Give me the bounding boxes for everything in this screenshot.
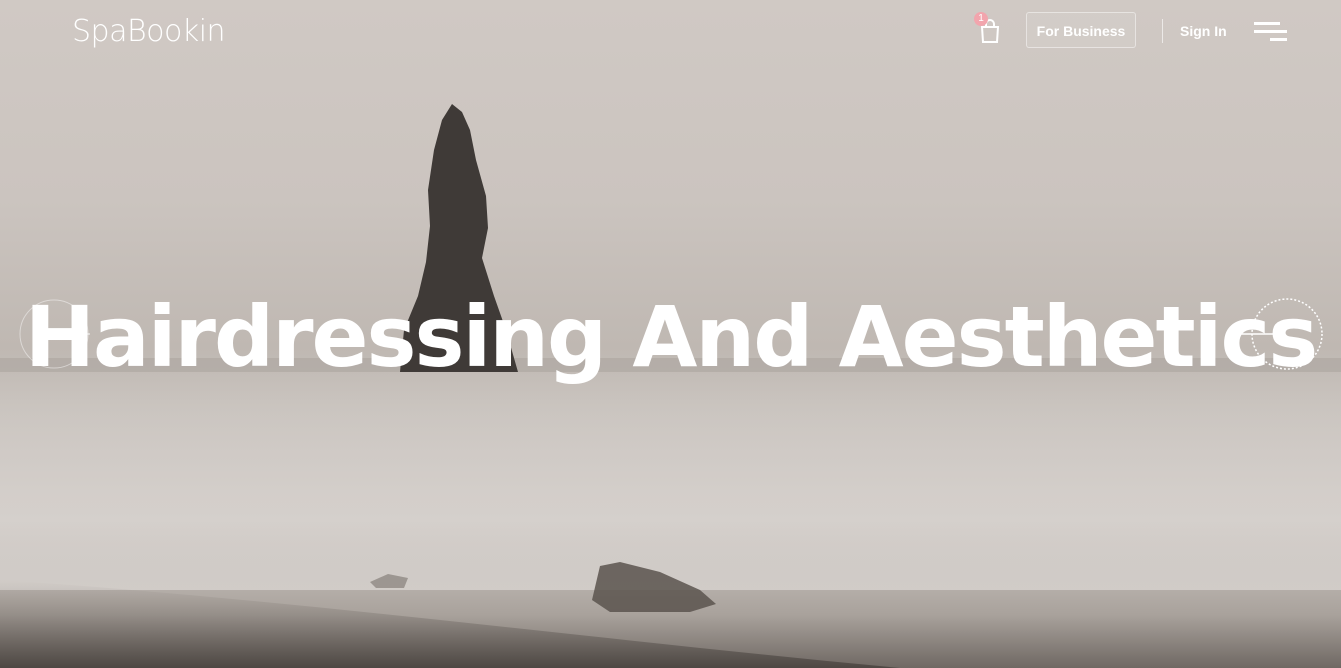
for-business-button[interactable]: For Business: [1026, 12, 1136, 48]
cart-count-badge: 1: [974, 12, 988, 26]
sign-in-link[interactable]: Sign In: [1180, 20, 1240, 42]
arrow-right-icon[interactable]: [1230, 297, 1326, 371]
header-divider: [1162, 19, 1163, 43]
arrow-left-icon[interactable]: [18, 298, 90, 370]
hero-headline: Hairdressing And Aesthetics: [24, 288, 1319, 386]
hero-banner: SpaBookin 1 For Business Sign In Hairdre…: [0, 0, 1341, 668]
brand-logo[interactable]: SpaBookin: [72, 12, 226, 52]
hamburger-menu-icon[interactable]: [1254, 20, 1288, 44]
